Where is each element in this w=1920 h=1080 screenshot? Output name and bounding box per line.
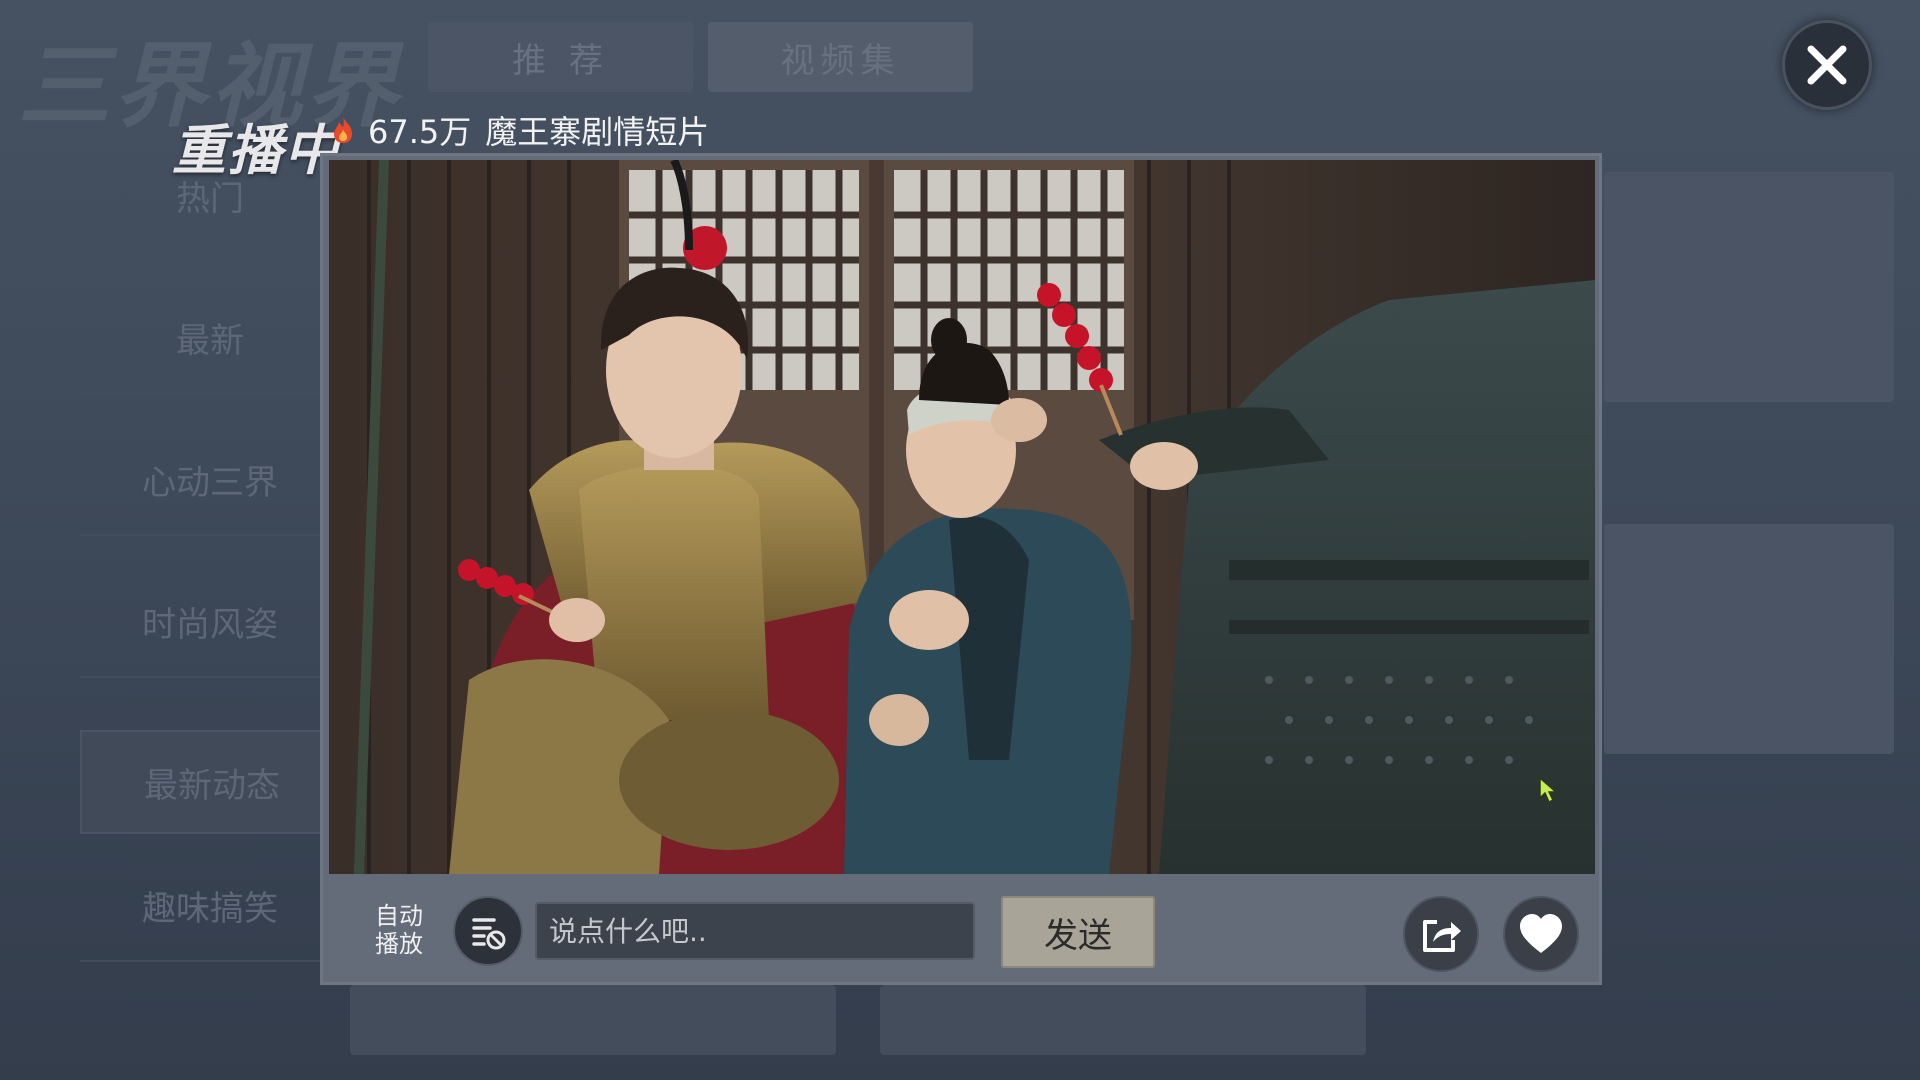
view-count: 67.5万 — [368, 113, 472, 151]
video-frame[interactable] — [329, 160, 1595, 874]
autoplay-toggle[interactable]: 自动播放 — [369, 902, 429, 958]
sidebar-item-fashion[interactable]: 时尚风姿 — [80, 566, 340, 678]
flame-icon — [334, 117, 352, 143]
share-icon — [1423, 920, 1461, 952]
share-button[interactable] — [1403, 896, 1479, 972]
sidebar-item-funny[interactable]: 趣味搞笑 — [80, 850, 340, 962]
video-title-row: 67.5万 魔王寨剧情短片 — [332, 108, 709, 152]
danmaku-toggle-button[interactable] — [453, 896, 523, 966]
heart-icon — [1520, 914, 1562, 953]
sidebar-item-latest[interactable]: 最新 — [80, 282, 340, 394]
sidebar-item-news[interactable]: 最新动态 — [80, 730, 344, 834]
video-title: 魔王寨剧情短片 — [485, 113, 710, 151]
tab-video-collection[interactable]: 视频集 — [708, 22, 973, 92]
video-still-image — [329, 160, 1595, 874]
send-button[interactable]: 发送 — [1001, 896, 1155, 968]
sidebar-item-heartbeat[interactable]: 心动三界 — [80, 424, 340, 536]
close-button[interactable] — [1782, 20, 1872, 110]
background-card — [1604, 172, 1894, 402]
player-controls: 自动播放 发送 — [323, 876, 1599, 984]
mouse-cursor-icon — [1539, 776, 1558, 804]
background-card — [350, 985, 836, 1055]
danmaku-toggle-icon — [472, 918, 506, 950]
replay-label: 重播中 — [172, 119, 340, 182]
tab-recommend[interactable]: 推 荐 — [428, 22, 693, 92]
like-button[interactable] — [1503, 896, 1579, 972]
close-icon — [1807, 45, 1847, 85]
background-card — [880, 985, 1366, 1055]
comment-input[interactable] — [535, 902, 975, 960]
video-player: 自动播放 发送 — [320, 153, 1602, 985]
background-card — [1604, 524, 1894, 754]
